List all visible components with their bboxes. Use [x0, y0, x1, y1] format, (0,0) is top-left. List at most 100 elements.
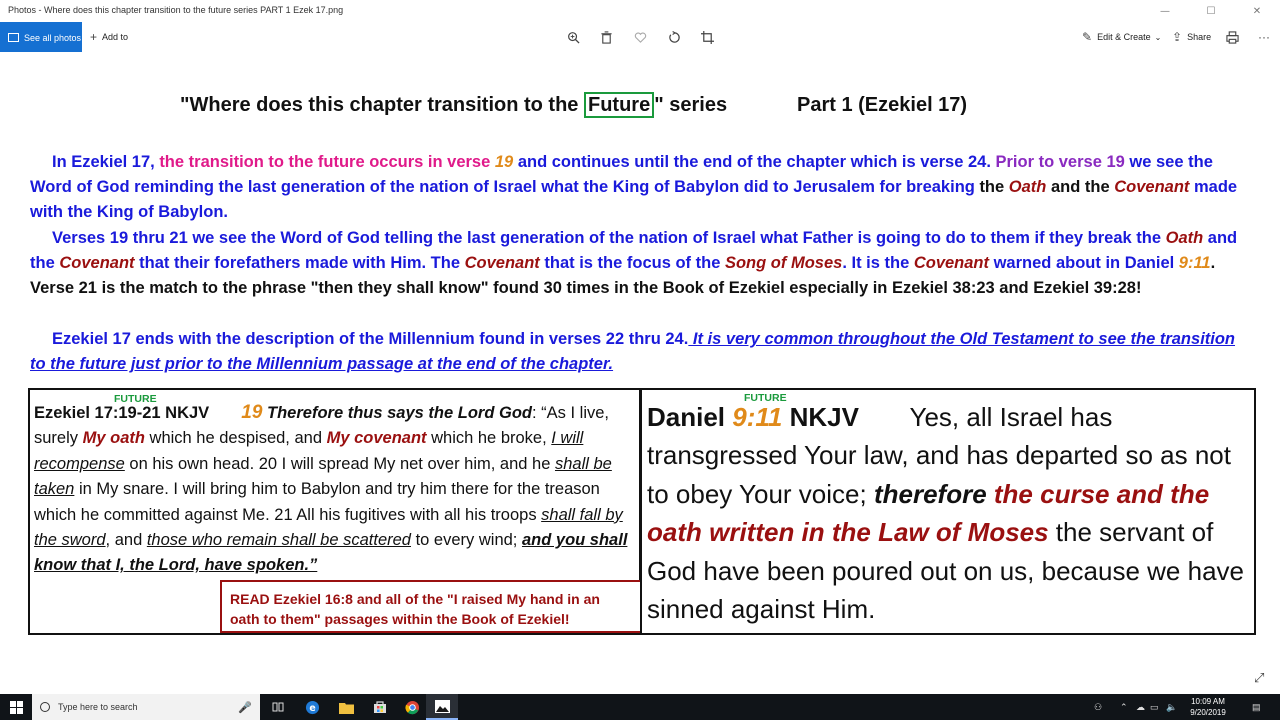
rt2: therefore: [873, 478, 987, 509]
close-icon: ✕: [1252, 5, 1262, 17]
future-boxed-word: Future: [583, 92, 655, 118]
lt13: those who remain shall be scattered: [146, 531, 411, 550]
window-title-bar: Photos - Where does this chapter transit…: [0, 0, 1280, 22]
p1-h: Oath: [1008, 178, 1047, 197]
file-explorer-icon[interactable]: [330, 694, 362, 720]
verse-19: 19: [241, 402, 263, 423]
p2-i: . It is the: [842, 254, 914, 273]
title-text: "Where does this chapter transition to t…: [180, 94, 584, 116]
see-all-photos-label: See all photos: [24, 32, 82, 43]
notifications-icon[interactable]: ▤: [1252, 694, 1261, 720]
p1-a: In Ezekiel 17,: [52, 153, 160, 171]
lt8: on his own head. 20 I will spread My net…: [124, 454, 555, 473]
p2-f: Covenant: [464, 254, 540, 273]
taskbar-search-box[interactable]: Type here to search 🎤: [32, 694, 260, 720]
clock-time: 10:09 AM: [1191, 697, 1225, 706]
print-icon[interactable]: [1224, 29, 1240, 45]
page-title: "Where does this chapter transition to t…: [180, 92, 728, 118]
share-label: Share: [1187, 32, 1212, 42]
clock-date: 9/20/2019: [1190, 708, 1226, 717]
p3-a: Ezekiel 17 ends with the description of …: [52, 330, 689, 348]
part-label: Part 1 (Ezekiel 17): [797, 94, 968, 116]
maximize-button[interactable]: ☐: [1188, 0, 1234, 22]
paragraph-2: Verses 19 thru 21 we see the Word of God…: [30, 226, 1245, 302]
p2-l: 9:11: [1178, 254, 1211, 273]
minimize-button[interactable]: —: [1142, 0, 1188, 22]
p1-d: and continues until the end of the chapt…: [513, 153, 996, 171]
task-view-icon[interactable]: [262, 694, 294, 720]
lt4: which he despised, and: [144, 429, 327, 448]
p2-a: Verses 19 thru 21 we see the Word of God…: [52, 229, 1166, 247]
add-to-button[interactable]: + Add to: [90, 22, 128, 52]
p1-e: Prior to verse 19: [995, 153, 1125, 171]
p2-b: Oath: [1165, 229, 1204, 247]
battery-icon[interactable]: ▭: [1150, 694, 1159, 720]
close-button[interactable]: ✕: [1234, 0, 1280, 22]
svg-text:e: e: [309, 702, 315, 713]
edit-create-button[interactable]: ✎ Edit & Create ⌄: [1082, 22, 1161, 52]
lt1: Therefore thus says the Lord God: [267, 404, 532, 422]
share-button[interactable]: ⇪ Share: [1172, 22, 1211, 52]
lt5: My covenant: [326, 429, 427, 448]
photo-canvas: "Where does this chapter transition to t…: [0, 52, 1280, 694]
edit-create-label: Edit & Create: [1097, 32, 1151, 42]
p1-i: and the: [1046, 178, 1115, 197]
p2-j: Covenant: [913, 254, 990, 273]
p2-d: Covenant: [59, 254, 135, 273]
p2-g: that is the focus of the: [539, 254, 725, 273]
lt6: which he broke,: [426, 429, 552, 448]
people-icon[interactable]: ⚇: [1094, 694, 1102, 720]
store-icon[interactable]: [364, 694, 396, 720]
chrome-icon[interactable]: [396, 694, 428, 720]
ezekiel-scripture-box: FUTURE Ezekiel 17:19-21 NKJV 19 Therefor…: [28, 388, 642, 635]
see-all-photos-button[interactable]: See all photos: [0, 22, 82, 53]
delete-icon[interactable]: [598, 29, 614, 45]
p1-j: Covenant: [1114, 178, 1190, 197]
p2-k: warned about in Daniel: [989, 254, 1179, 273]
fullscreen-icon[interactable]: ⤢: [1254, 670, 1268, 685]
zoom-icon[interactable]: [565, 29, 581, 45]
paragraph-1: In Ezekiel 17, the transition to the fut…: [30, 150, 1245, 226]
heart-icon[interactable]: [632, 29, 648, 45]
p1-c: 19: [494, 153, 514, 171]
share-icon: ⇪: [1172, 30, 1183, 44]
edge-icon[interactable]: e: [296, 694, 328, 720]
chevron-down-icon: ⌄: [1154, 32, 1162, 42]
read-note-box: READ Ezekiel 16:8 and all of the "I rais…: [220, 580, 642, 633]
photos-icon[interactable]: [426, 694, 458, 720]
ezekiel-ref: Ezekiel 17:19-21 NKJV: [34, 404, 210, 422]
lt14: to every wind;: [411, 531, 522, 550]
lt3: My oath: [82, 429, 145, 448]
system-clock[interactable]: 10:09 AM 9/20/2019: [1176, 696, 1240, 718]
edit-icon: ✎: [1082, 30, 1093, 44]
search-icon: [40, 702, 50, 712]
minimize-icon: —: [1160, 5, 1170, 17]
p1-g: the: [979, 178, 1009, 197]
p2-e: that their forefathers made with Him. Th…: [134, 254, 465, 273]
daniel-passage: Daniel 9:11 NKJV Yes, all Israel has tra…: [647, 398, 1247, 628]
lt12: , and: [105, 531, 147, 550]
windows-icon: [9, 700, 23, 714]
add-to-label: Add to: [102, 32, 129, 42]
daniel-version: NKJV: [782, 402, 859, 432]
title-suffix: " series: [654, 94, 728, 116]
chevron-up-icon[interactable]: ⌃: [1120, 694, 1128, 720]
microphone-icon[interactable]: 🎤: [238, 701, 252, 714]
search-placeholder: Type here to search: [58, 702, 138, 712]
lt10: in My snare. I will bring him to Babylon…: [34, 480, 600, 524]
ezekiel-passage: Ezekiel 17:19-21 NKJV 19 Therefore thus …: [34, 400, 634, 579]
rotate-icon[interactable]: [666, 29, 682, 45]
maximize-icon: ☐: [1206, 5, 1216, 17]
daniel-scripture-box: FUTURE Daniel 9:11 NKJV Yes, all Israel …: [640, 388, 1256, 635]
daniel-verse: 9:11: [732, 402, 783, 432]
photos-icon: [8, 33, 19, 42]
onedrive-icon[interactable]: ☁: [1136, 694, 1145, 720]
paragraph-3: Ezekiel 17 ends with the description of …: [30, 327, 1245, 377]
start-button[interactable]: [0, 694, 32, 720]
crop-icon[interactable]: [699, 29, 715, 45]
more-icon[interactable]: ···: [1256, 29, 1272, 45]
taskbar: Type here to search 🎤 e ⚇ ⌃ ☁ ▭ 🔈 10:09 …: [0, 694, 1280, 720]
plus-icon: +: [90, 30, 98, 44]
daniel-ref: Daniel: [647, 402, 733, 432]
p1-b: the transition to the future occurs in v…: [159, 153, 495, 171]
